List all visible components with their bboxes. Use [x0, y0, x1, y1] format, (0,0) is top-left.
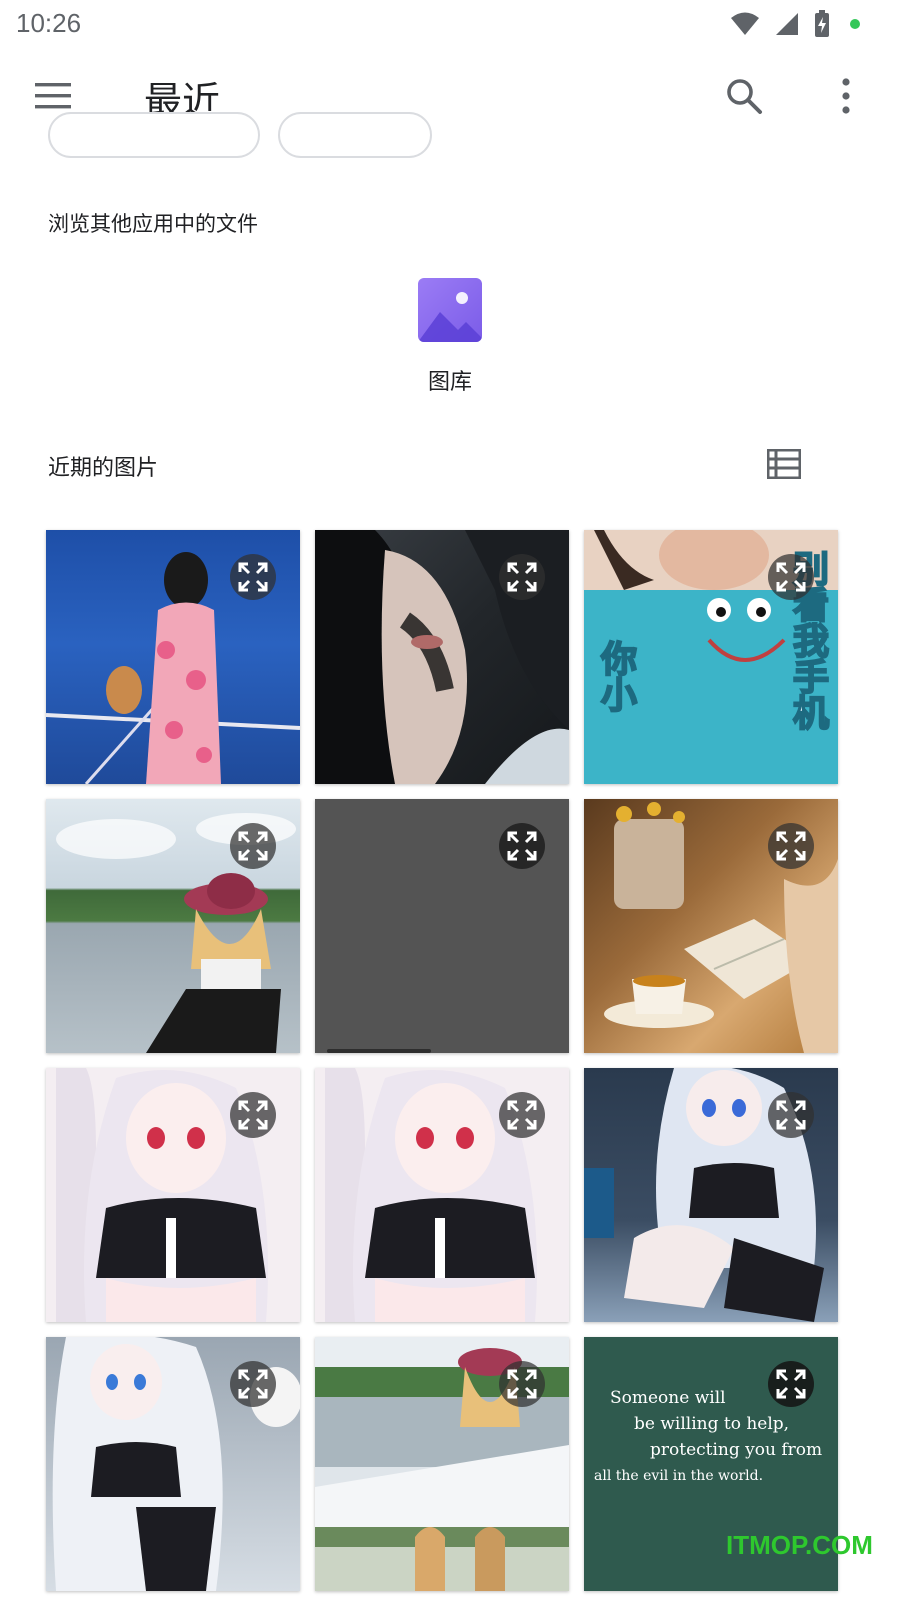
gallery-app-label: 图库 — [427, 370, 472, 395]
expand-button[interactable] — [768, 1361, 814, 1407]
expand-button[interactable] — [230, 554, 276, 600]
image-thumbnail[interactable] — [46, 799, 300, 1053]
expand-button[interactable] — [499, 554, 545, 600]
fullscreen-icon — [776, 562, 806, 592]
fullscreen-icon — [238, 1100, 268, 1130]
image-thumbnail[interactable] — [46, 1337, 300, 1591]
recent-images-grid: 别看我手机 你小 Someone will be willing to help… — [46, 530, 838, 1591]
privacy-indicator-dot — [850, 19, 860, 29]
image-thumbnail[interactable] — [584, 799, 838, 1053]
quote-line: protecting you from — [650, 1440, 823, 1460]
fullscreen-icon — [507, 1100, 537, 1130]
image-thumbnail[interactable] — [315, 1337, 569, 1591]
expand-button[interactable] — [230, 1092, 276, 1138]
image-thumbnail[interactable] — [46, 530, 300, 784]
fullscreen-icon — [238, 562, 268, 592]
more-options-button[interactable] — [818, 68, 874, 124]
quote-line: all the evil in the world. — [594, 1468, 764, 1484]
status-bar: 10:26 — [0, 0, 900, 50]
image-thumbnail[interactable]: 别看我手机 你小 — [584, 530, 838, 784]
fullscreen-icon — [507, 1369, 537, 1399]
fullscreen-icon — [238, 1369, 268, 1399]
list-view-toggle-button[interactable] — [762, 444, 806, 484]
fullscreen-icon — [507, 562, 537, 592]
status-icons — [730, 10, 860, 38]
filter-chip[interactable] — [48, 112, 260, 158]
recent-images-label: 近期的图片 — [48, 456, 159, 481]
expand-button[interactable] — [768, 1092, 814, 1138]
expand-button[interactable] — [230, 1361, 276, 1407]
expand-button[interactable] — [768, 554, 814, 600]
search-button[interactable] — [716, 68, 772, 124]
wifi-icon — [731, 12, 759, 35]
expand-button[interactable] — [499, 823, 545, 869]
search-icon — [727, 79, 762, 114]
expand-button[interactable] — [768, 823, 814, 869]
fullscreen-icon — [776, 1369, 806, 1399]
status-time: 10:26 — [16, 8, 82, 38]
image-thumbnail[interactable] — [584, 1068, 838, 1322]
expand-button[interactable] — [230, 823, 276, 869]
fullscreen-icon — [238, 831, 268, 861]
site-watermark: ITMOP.COM — [726, 1530, 873, 1560]
image-thumbnail[interactable] — [315, 799, 569, 1053]
battery-icon — [815, 10, 829, 37]
filter-chip[interactable] — [278, 112, 432, 158]
more-vert-icon — [842, 78, 850, 114]
menu-icon — [35, 83, 71, 109]
image-thumbnail[interactable] — [46, 1068, 300, 1322]
cell-signal-icon — [776, 13, 798, 35]
fullscreen-icon — [776, 1100, 806, 1130]
image-thumbnail[interactable] — [315, 1068, 569, 1322]
gallery-icon — [418, 278, 482, 342]
expand-button[interactable] — [499, 1361, 545, 1407]
gallery-app-shortcut[interactable]: 图库 — [404, 278, 496, 396]
browse-section-label: 浏览其他应用中的文件 — [48, 212, 258, 236]
image-thumbnail[interactable] — [315, 530, 569, 784]
fullscreen-icon — [507, 831, 537, 861]
expand-button[interactable] — [499, 1092, 545, 1138]
fullscreen-icon — [776, 831, 806, 861]
meme-text-left: 你小 — [594, 639, 637, 713]
list-view-icon — [767, 449, 801, 479]
quote-line: be willing to help, — [634, 1414, 790, 1434]
thumbnail-decoration — [327, 1049, 431, 1053]
